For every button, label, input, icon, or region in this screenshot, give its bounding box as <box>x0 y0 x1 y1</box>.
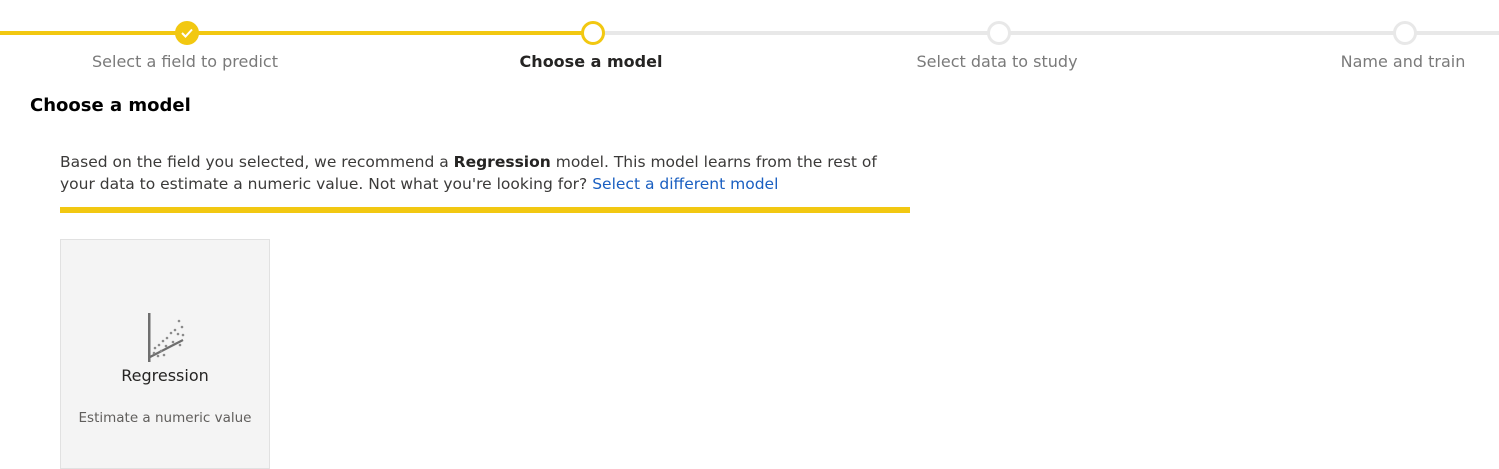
select-different-model-link[interactable]: Select a different model <box>592 175 778 193</box>
page-title: Choose a model <box>30 95 191 116</box>
model-card-description: Estimate a numeric value <box>78 410 252 426</box>
recommended-model-name: Regression <box>453 153 551 171</box>
stepper-progress <box>0 31 593 35</box>
recommendation-text-before: Based on the field you selected, we reco… <box>60 153 454 171</box>
model-card-title: Regression <box>121 366 209 385</box>
step-4-pending-icon <box>1393 21 1417 45</box>
step-2-current-icon <box>581 21 605 45</box>
regression-model-card[interactable]: Regression Estimate a numeric value <box>60 239 270 469</box>
step-1-complete-icon[interactable] <box>175 21 199 45</box>
step-3-label: Select data to study <box>916 52 1078 71</box>
checkmark-icon <box>181 28 193 38</box>
step-2-label: Choose a model <box>519 52 663 71</box>
step-1-label[interactable]: Select a field to predict <box>92 52 278 71</box>
recommendation-text: Based on the field you selected, we reco… <box>60 151 910 195</box>
regression-scatter-icon <box>148 313 185 362</box>
step-4-label: Name and train <box>1340 52 1466 71</box>
wizard-stepper: Select a field to predict Choose a model… <box>0 0 1499 80</box>
recommendation-accent-bar <box>60 207 910 213</box>
step-3-pending-icon <box>987 21 1011 45</box>
